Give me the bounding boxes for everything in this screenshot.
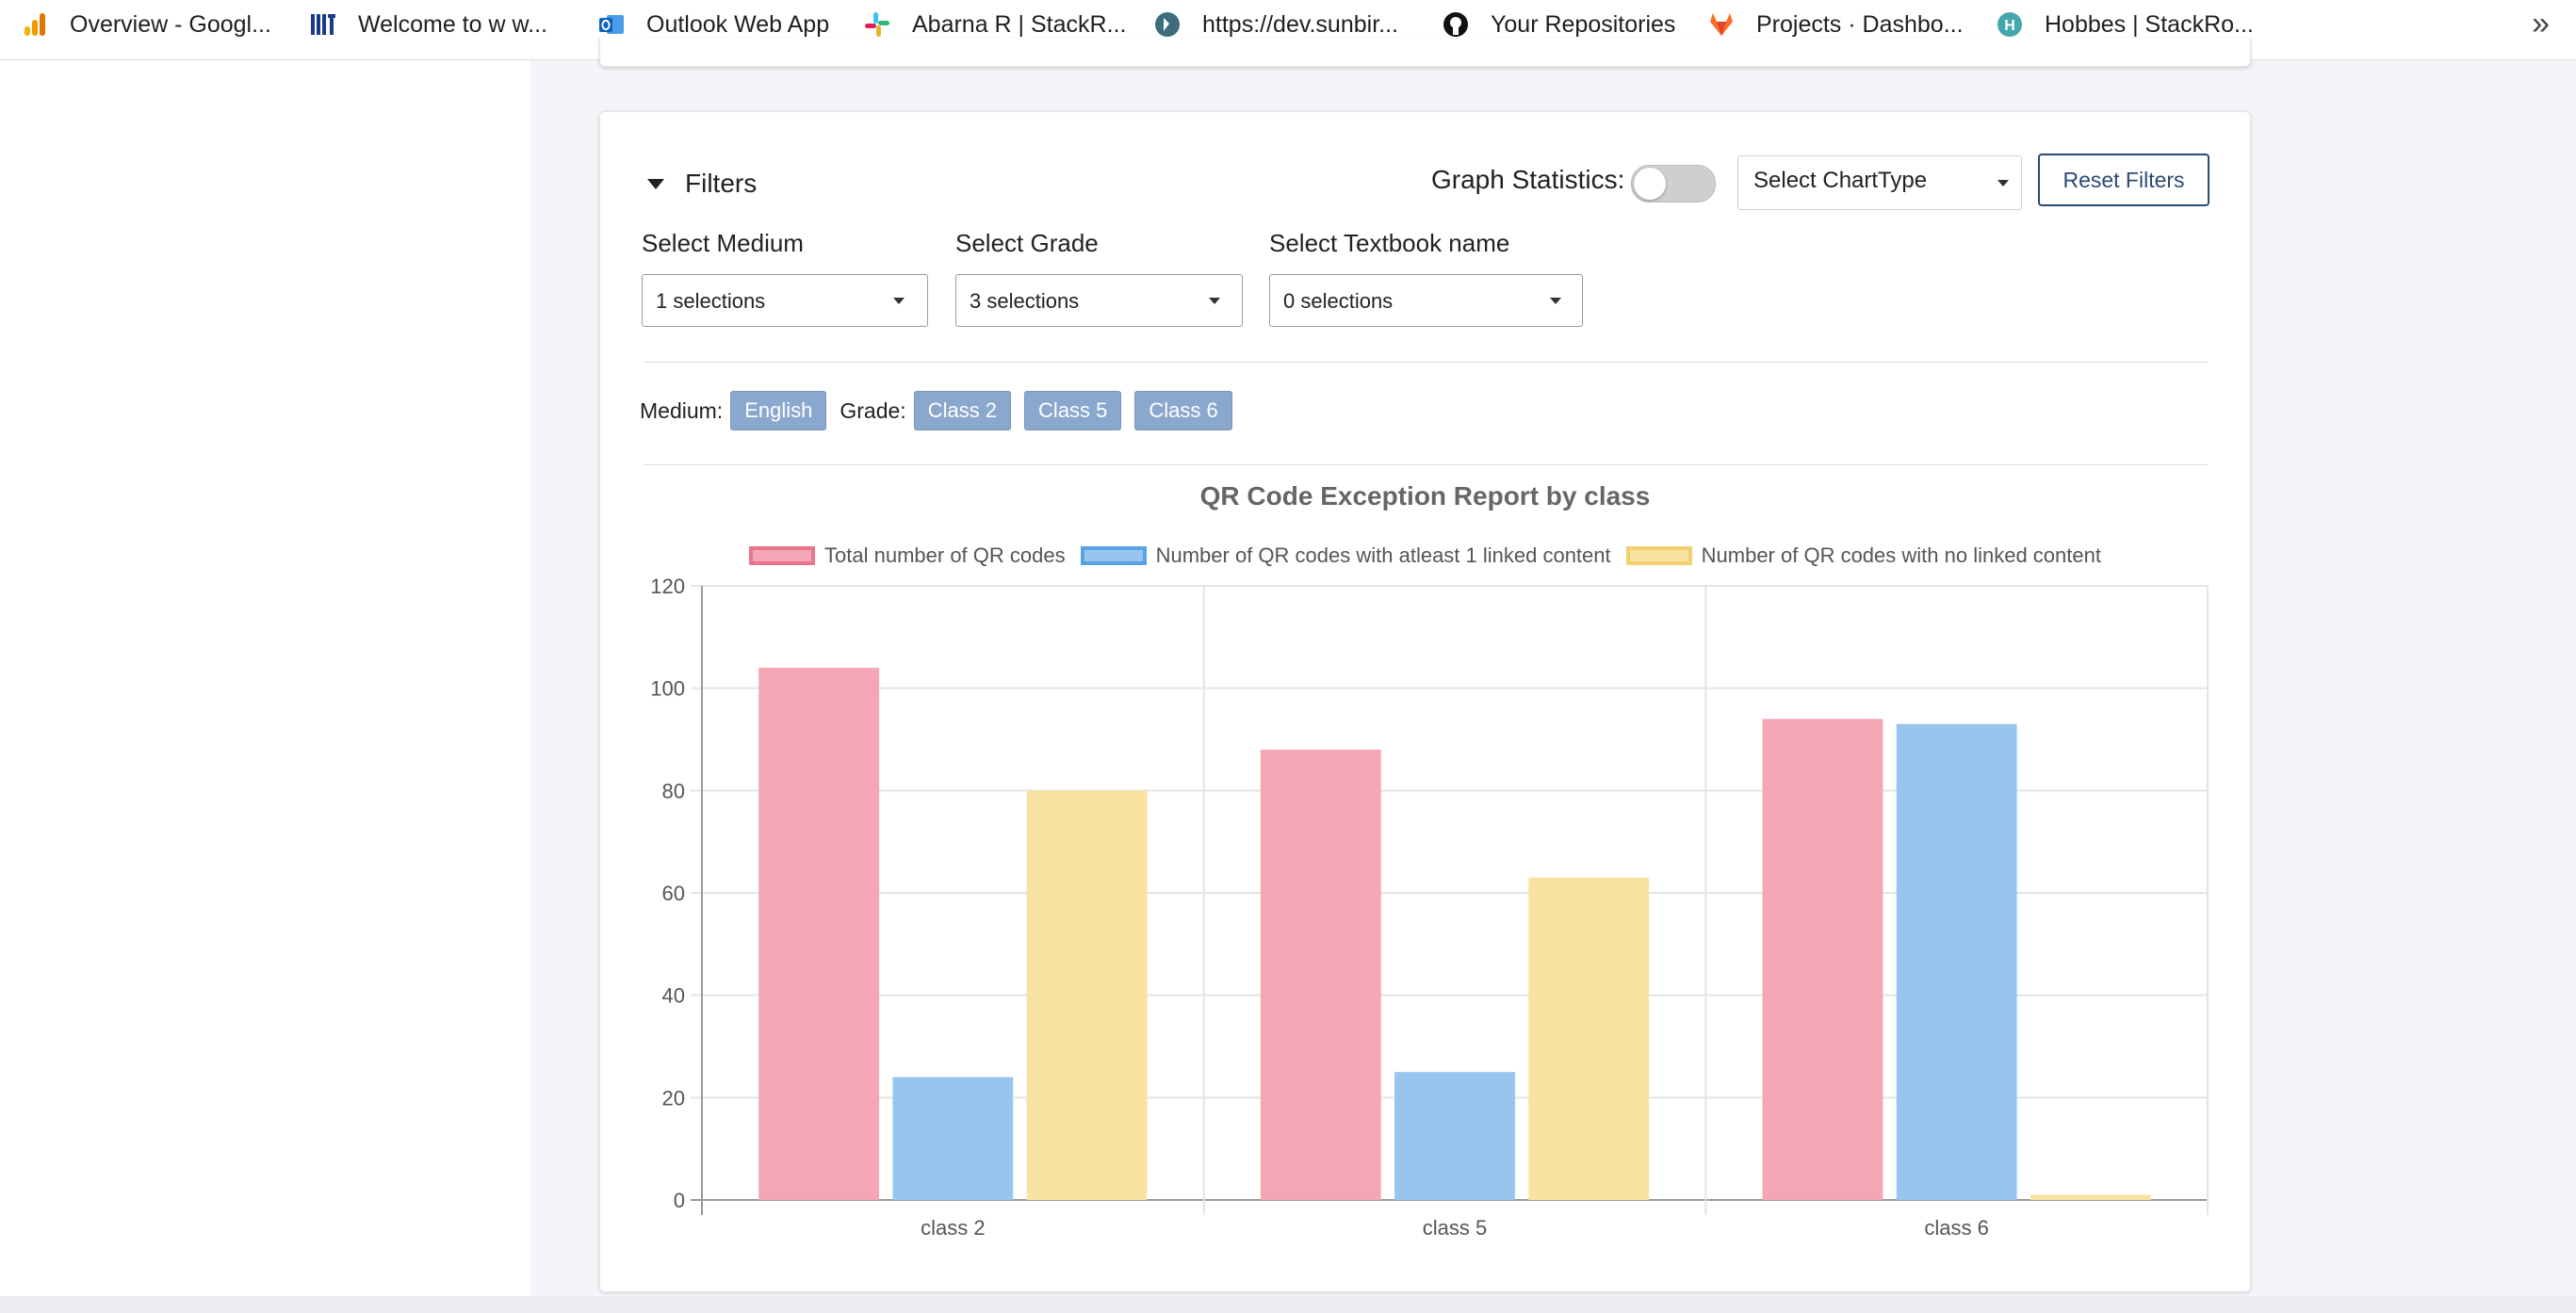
y-tick-label: 60 xyxy=(662,882,685,905)
bookmark-label: Projects · Dashbo... xyxy=(1756,10,1964,38)
sunbird-icon xyxy=(1153,10,1182,39)
y-tick-label: 120 xyxy=(650,575,685,598)
y-tick-label: 0 xyxy=(674,1189,685,1212)
bar-chart: 0 20 40 60 80 100 120 class 2 class 5 class 6 xyxy=(650,575,2209,1240)
bar xyxy=(1528,877,1650,1200)
bookmarks-overflow-button[interactable]: » xyxy=(2532,6,2550,42)
x-tick-label: class 2 xyxy=(921,1216,985,1240)
gitlab-icon xyxy=(1707,10,1736,39)
left-sidebar xyxy=(0,60,530,1313)
bar xyxy=(1896,723,2017,1200)
bar xyxy=(758,667,880,1200)
bookmark-label: Your Repositories xyxy=(1491,10,1676,38)
previous-card-bottom xyxy=(599,38,2251,67)
bar xyxy=(1762,719,1883,1200)
github-icon xyxy=(1442,10,1470,39)
slack-icon xyxy=(863,10,891,39)
bookmark-label: Hobbes | StackRo... xyxy=(2045,10,2254,38)
y-tick-label: 100 xyxy=(650,677,685,701)
svg-text:H: H xyxy=(2004,18,2015,34)
bookmark-label: Welcome to w w... xyxy=(358,10,547,38)
report-card: Filters Graph Statistics: Select ChartTy… xyxy=(599,111,2251,1292)
y-tick-label: 80 xyxy=(662,779,685,802)
y-tick-label: 20 xyxy=(662,1086,685,1110)
bookmark-label: Abarna R | StackR... xyxy=(912,10,1127,38)
bookmark-label: Overview - Googl... xyxy=(70,10,271,38)
analytics-icon xyxy=(21,10,49,39)
x-tick-label: class 6 xyxy=(1924,1216,1988,1240)
bookmark-label: https://dev.sunbir... xyxy=(1202,10,1398,38)
hobbes-icon: H xyxy=(1996,10,2024,39)
bar xyxy=(2030,1194,2151,1200)
y-tick-label: 40 xyxy=(662,984,685,1008)
bookmark-label: Outlook Web App xyxy=(646,10,830,38)
outlook-icon xyxy=(597,10,626,39)
niit-logo-icon xyxy=(309,10,337,39)
bookmark-overview[interactable]: Overview - Googl... xyxy=(21,0,271,49)
page-bottom xyxy=(0,1296,2576,1313)
x-tick-label: class 5 xyxy=(1423,1216,1487,1240)
bar xyxy=(892,1077,1014,1200)
bar xyxy=(1394,1072,1515,1200)
bar xyxy=(1026,790,1148,1200)
bookmark-welcome[interactable]: Welcome to w w... xyxy=(309,0,547,49)
bar xyxy=(1260,749,1381,1200)
